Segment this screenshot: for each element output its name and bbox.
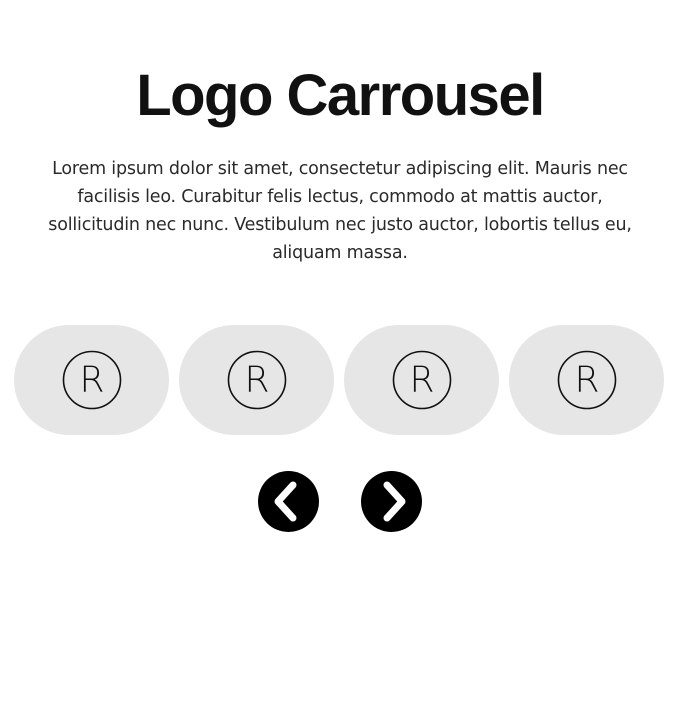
previous-button[interactable] xyxy=(258,471,319,532)
logo-glyph: R xyxy=(244,360,269,401)
logo-card-1[interactable]: R xyxy=(14,325,169,435)
registered-icon: R xyxy=(392,350,451,410)
page-title: Logo Carrousel xyxy=(136,63,545,128)
registered-icon: R xyxy=(557,350,616,410)
registered-icon: R xyxy=(62,350,121,410)
logo-card-2[interactable]: R xyxy=(179,325,334,435)
chevron-left-icon xyxy=(274,481,297,522)
logo-glyph: R xyxy=(79,360,104,401)
registered-icon: R xyxy=(227,350,286,410)
logo-glyph: R xyxy=(574,360,599,401)
logo-card-4[interactable]: R xyxy=(509,325,664,435)
logo-glyph: R xyxy=(409,360,434,401)
logo-carousel: R R R R xyxy=(14,325,664,435)
logo-card-3[interactable]: R xyxy=(344,325,499,435)
chevron-right-icon xyxy=(383,481,406,522)
page-description: Lorem ipsum dolor sit amet, consectetur … xyxy=(48,159,632,263)
next-button[interactable] xyxy=(361,471,422,532)
